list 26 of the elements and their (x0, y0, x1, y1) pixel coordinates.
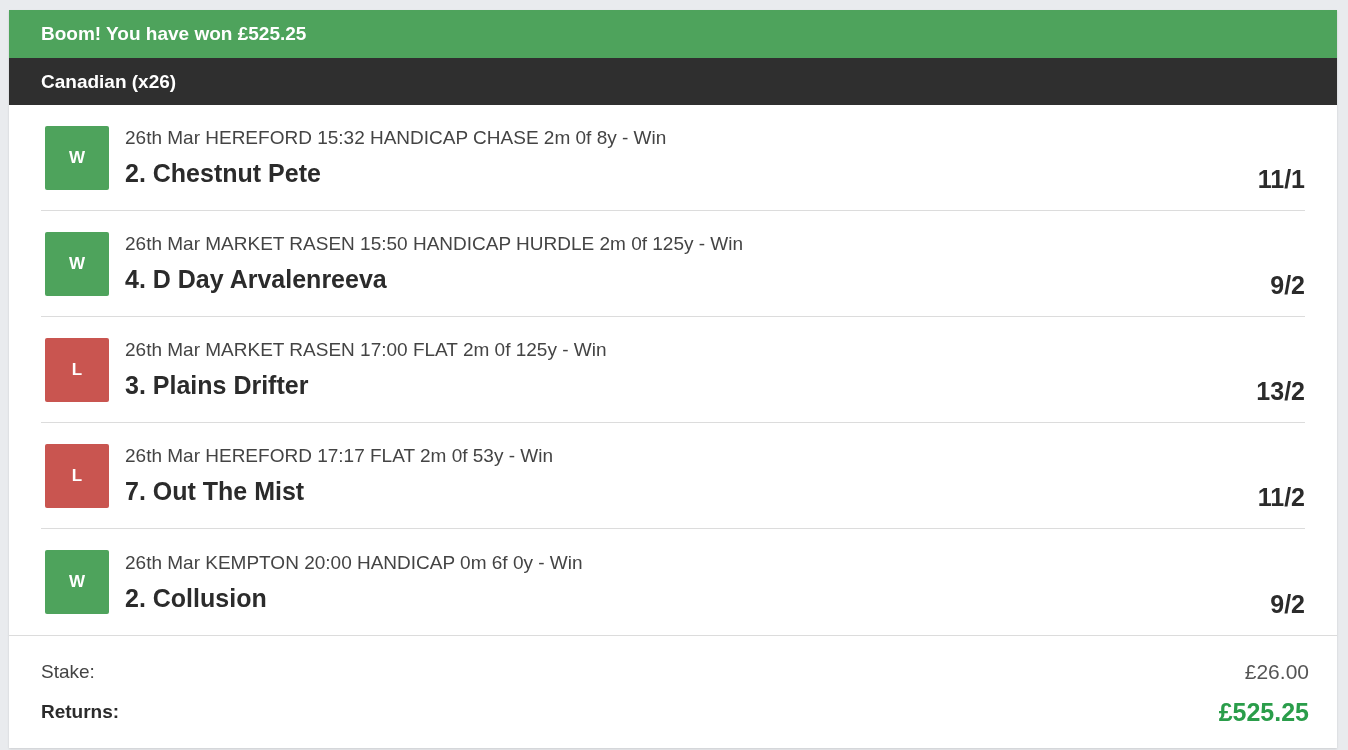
runner-name: 7. Out The Mist (125, 477, 306, 506)
win-banner: Boom! You have won £525.25 (9, 10, 1337, 58)
result-badge: L (45, 337, 109, 402)
result-badge: W (45, 231, 109, 296)
runner-name: 3. Plains Drifter (125, 371, 310, 400)
odds: 11/2 (1257, 483, 1305, 512)
returns-label: Returns: (41, 701, 120, 723)
result-badge: L (45, 443, 109, 508)
stake-value: £26.00 (1244, 660, 1309, 684)
bet-type-header: Canadian (x26) (9, 58, 1337, 105)
event-details: 26th Mar MARKET RASEN 17:00 FLAT 2m 0f 125y - Win (125, 339, 608, 361)
result-badge: W (45, 125, 109, 190)
runner-name: 4. D Day Arvalenreeva (125, 265, 388, 294)
odds: 9/2 (1270, 271, 1305, 300)
odds: 13/2 (1256, 377, 1305, 406)
runner-name: 2. Chestnut Pete (125, 159, 322, 188)
runner-name: 2. Collusion (125, 583, 268, 613)
odds: 9/2 (1270, 590, 1305, 619)
returns-value: £525.25 (1218, 697, 1309, 727)
event-details: 26th Mar HEREFORD 17:17 FLAT 2m 0f 53y - Win (125, 445, 554, 467)
event-details: 26th Mar HEREFORD 15:32 HANDICAP CHASE 2m 0f 8y - Win (125, 127, 668, 149)
result-badge: W (45, 550, 109, 614)
event-details: 26th Mar MARKET RASEN 15:50 HANDICAP HURDLE 2m 0f 125y - Win (125, 233, 745, 255)
event-details: 26th Mar KEMPTON 20:00 HANDICAP 0m 6f 0y - Win (125, 551, 584, 574)
stake-label: Stake: (41, 661, 95, 683)
odds: 11/1 (1257, 165, 1305, 194)
